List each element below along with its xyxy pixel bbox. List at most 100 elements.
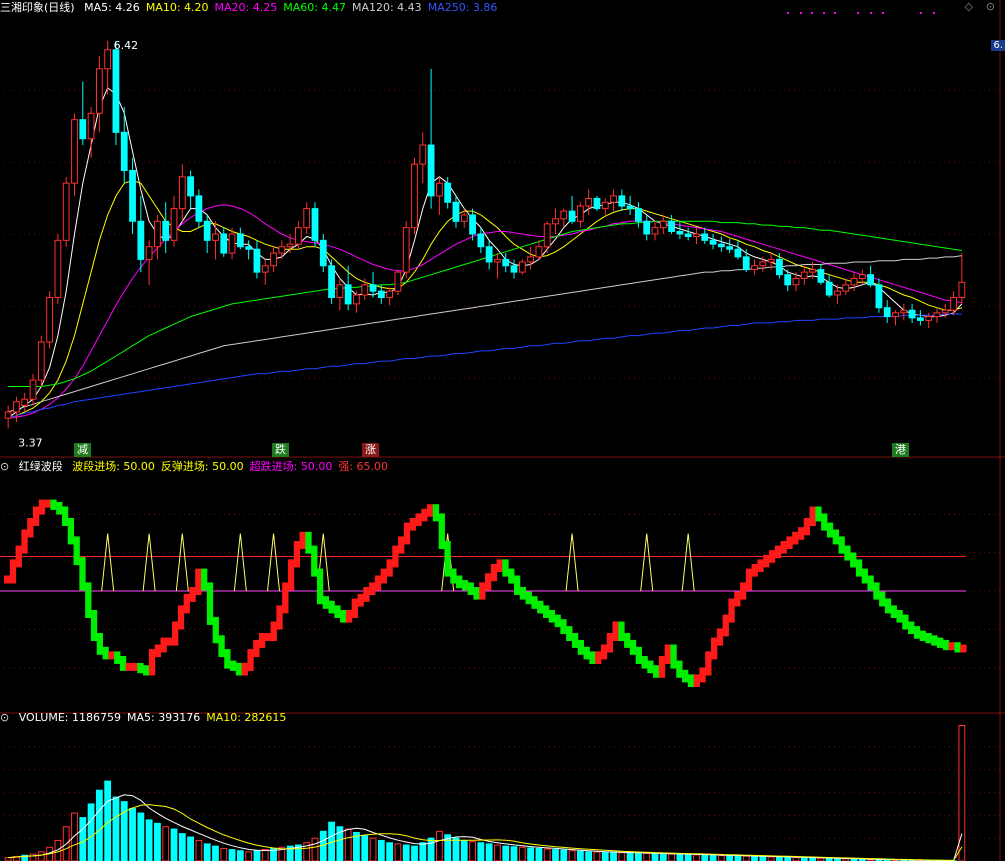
indicator-block-up — [421, 508, 428, 522]
candle-up — [95, 68, 103, 114]
candle-up — [87, 112, 95, 140]
candle-down — [676, 230, 684, 235]
candle-up — [892, 312, 899, 318]
indicator-legend-label: 超跌进场: 50.00 — [249, 460, 333, 473]
indicator-block-up — [415, 513, 422, 526]
candle-up — [759, 261, 767, 267]
candle-down — [701, 233, 709, 241]
panel-diamond-icon[interactable]: ◇ — [965, 0, 973, 13]
indicator-block-up — [4, 575, 11, 584]
indicator-legend-label: 波段进场: 50.00 — [72, 460, 155, 473]
candle-up — [154, 220, 161, 248]
indicator-block-up — [183, 593, 190, 614]
top-marker-dot — [882, 12, 884, 14]
volume-bar — [485, 843, 493, 861]
candle-up — [228, 233, 236, 254]
indicator-block-up — [485, 573, 492, 591]
volume-bar — [502, 845, 510, 861]
indicator-block-down — [670, 644, 677, 669]
candle-down — [427, 144, 435, 197]
indicator-block-down — [629, 639, 637, 655]
indicator-block-up — [490, 564, 498, 582]
indicator-block-down — [832, 529, 840, 545]
indicator-block-up — [739, 582, 747, 600]
candle-down — [776, 258, 783, 276]
stock-chart-canvas[interactable]: 6.42 3.37 — [0, 0, 1005, 861]
top-marker-dot — [787, 12, 789, 14]
volume-bar — [776, 856, 783, 861]
candle-up — [261, 265, 269, 273]
candle-up — [336, 284, 344, 299]
indicator-block-up — [357, 593, 364, 607]
event-tag[interactable]: 减 — [74, 443, 91, 457]
indicator-block-down — [508, 568, 515, 584]
indicator-block-up — [38, 499, 46, 515]
volume-bar — [170, 828, 178, 861]
candle-down — [717, 243, 725, 248]
right-edge-price-label: 6. — [991, 40, 1005, 51]
indicator-block-down — [456, 575, 463, 589]
indicator-block-up — [392, 545, 399, 568]
candle-down — [510, 265, 518, 273]
top-marker-dot — [920, 12, 922, 14]
candle-up — [925, 316, 933, 321]
candle-up — [303, 208, 311, 229]
candle-up — [900, 309, 908, 314]
indicator-block-up — [247, 649, 254, 671]
candle-down — [485, 246, 493, 263]
volume-bar — [112, 796, 120, 861]
event-tag[interactable]: 涨 — [362, 443, 379, 457]
indicator-block-up — [780, 541, 787, 554]
volume-bar — [709, 854, 717, 861]
indicator-block-down — [519, 587, 527, 600]
candle-down — [444, 182, 452, 203]
volume-bar — [477, 842, 485, 861]
ma-legend-label: MA60: 4.47 — [283, 1, 346, 14]
indicator-block-up — [960, 644, 967, 653]
indicator-block-down — [119, 656, 127, 671]
indicator-block-up — [496, 559, 503, 572]
indicator-block-down — [560, 619, 567, 635]
indicator-block-down — [537, 600, 544, 614]
volume-bar — [187, 836, 194, 861]
panel-toggle-icon[interactable]: ⊙ — [986, 0, 995, 13]
volume-bar — [610, 852, 617, 861]
indicator-block-up — [948, 642, 955, 651]
candle-down — [784, 274, 792, 286]
indicator-block-up — [809, 506, 816, 526]
indicator-block-down — [815, 506, 822, 522]
indicator-block-up — [369, 582, 376, 595]
indicator-block-up — [757, 559, 764, 572]
indicator-block-down — [873, 582, 880, 600]
candle-down — [668, 220, 675, 232]
volume-bar — [154, 822, 161, 861]
top-marker-dot — [811, 12, 813, 14]
indicator-block-down — [879, 591, 886, 607]
candle-up — [71, 119, 78, 184]
indicator-block-up — [427, 504, 434, 517]
volume-bar — [651, 853, 659, 861]
candle-up — [659, 220, 667, 229]
indicator-block-down — [577, 639, 585, 655]
volume-bar — [203, 843, 211, 861]
volume-bar — [560, 849, 568, 861]
candle-up — [552, 218, 559, 225]
candle-down — [162, 220, 170, 241]
indicator-block-up — [172, 621, 179, 646]
candle-down — [817, 269, 825, 283]
indicator-block-down — [902, 614, 909, 630]
indicator-toggle-icon[interactable]: ⊙ — [0, 460, 9, 473]
signal-spike — [175, 533, 189, 592]
ma-legend-label: MA20: 4.25 — [214, 1, 278, 14]
event-tag[interactable]: 港 — [892, 443, 909, 457]
candle-down — [311, 208, 319, 241]
volume-bar — [593, 851, 601, 861]
indicator-block-up — [595, 651, 602, 664]
candle-up — [170, 208, 178, 241]
candle-down — [883, 307, 891, 318]
volume-bar — [245, 851, 253, 861]
event-tag[interactable]: 跌 — [272, 443, 289, 457]
candle-up — [560, 210, 568, 220]
indicator-block-down — [913, 626, 921, 639]
volume-toggle-icon[interactable]: ⊙ — [0, 711, 9, 724]
